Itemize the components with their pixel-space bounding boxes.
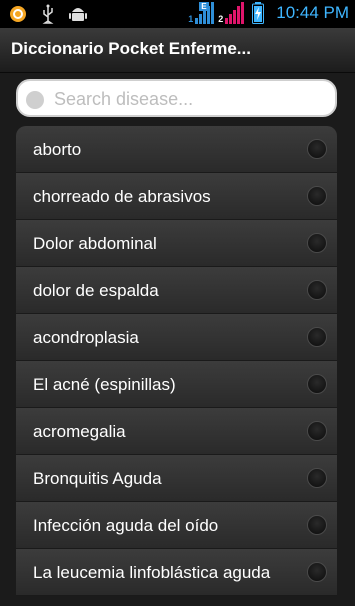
app-title: Diccionario Pocket Enferme... <box>11 39 251 58</box>
list-item[interactable]: aborto <box>16 126 337 173</box>
status-bar: 1 E 2 10:44 PM <box>0 0 355 28</box>
list-item[interactable]: Dolor abdominal <box>16 220 337 267</box>
disease-list: aborto chorreado de abrasivos Dolor abdo… <box>16 126 337 606</box>
list-item[interactable]: acondroplasia <box>16 314 337 361</box>
list-item-label: acondroplasia <box>33 328 139 347</box>
sim1-label: 1 <box>188 14 194 24</box>
list-item-label: chorreado de abrasivos <box>33 187 211 206</box>
list-item[interactable]: Infección aguda del oído <box>16 502 337 549</box>
sim2-label: 2 <box>218 14 224 24</box>
radio-button-icon[interactable] <box>307 515 327 535</box>
usb-icon <box>38 4 58 24</box>
radio-button-icon[interactable] <box>307 468 327 488</box>
list-item[interactable]: acromegalia <box>16 408 337 455</box>
radio-button-icon[interactable] <box>307 421 327 441</box>
list-item[interactable]: Bronquitis Aguda <box>16 455 337 502</box>
list-item-label: acromegalia <box>33 422 126 441</box>
battery-charging-icon <box>248 2 268 24</box>
list-item[interactable]: El acné (espinillas) <box>16 361 337 408</box>
list-item-label: Dolor abdominal <box>33 234 157 253</box>
list-item-label: aborto <box>33 140 82 159</box>
search-box[interactable] <box>16 79 337 117</box>
sim1-signal: 1 E <box>188 2 215 24</box>
radio-button-icon[interactable] <box>307 280 327 300</box>
clock: 10:44 PM <box>276 3 349 22</box>
list-item-label: dolor de espalda <box>33 281 159 300</box>
list-item-label: La leucemia linfoblástica aguda <box>33 563 271 582</box>
list-item[interactable]: chorreado de abrasivos <box>16 173 337 220</box>
radio-button-icon[interactable] <box>307 374 327 394</box>
search-input[interactable] <box>52 84 332 114</box>
sync-icon <box>8 4 28 24</box>
list-item-label: Infección aguda del oído <box>33 516 219 535</box>
list-item[interactable]: La leucemia linfoblástica aguda <box>16 549 337 596</box>
radio-button-icon[interactable] <box>307 327 327 347</box>
radio-button-icon[interactable] <box>307 562 327 582</box>
list-item[interactable]: dolor de espalda <box>16 267 337 314</box>
sim2-signal: 2 <box>218 2 245 24</box>
radio-button-icon[interactable] <box>307 186 327 206</box>
list-item-label: El acné (espinillas) <box>33 375 176 394</box>
android-icon <box>68 4 88 24</box>
network-type-label: E <box>199 2 209 11</box>
list-item-label: Bronquitis Aguda <box>33 469 162 488</box>
action-bar: Diccionario Pocket Enferme... <box>0 28 355 73</box>
radio-button-icon[interactable] <box>307 233 327 253</box>
search-icon <box>26 91 44 109</box>
radio-button-icon[interactable] <box>307 139 327 159</box>
